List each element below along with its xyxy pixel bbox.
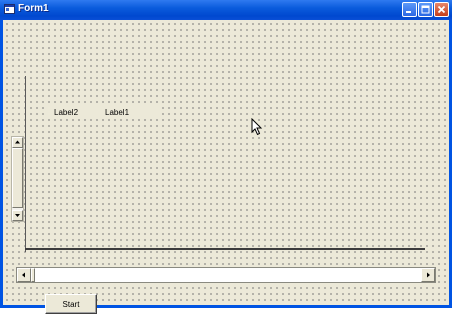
label2: Label2 bbox=[54, 108, 79, 117]
horizontal-scroll-thumb[interactable] bbox=[31, 268, 35, 282]
maximize-button[interactable] bbox=[418, 2, 433, 17]
app-icon[interactable] bbox=[4, 4, 15, 14]
vertical-scroll-thumb[interactable] bbox=[12, 148, 23, 208]
close-button[interactable] bbox=[434, 2, 449, 17]
vertical-scrollbar[interactable] bbox=[11, 136, 24, 222]
minimize-button[interactable] bbox=[402, 2, 417, 17]
scroll-down-button[interactable] bbox=[12, 210, 23, 221]
start-button[interactable]: Start bbox=[45, 294, 97, 314]
maximize-icon bbox=[421, 5, 430, 14]
mouse-cursor-icon bbox=[251, 118, 263, 136]
arrow-right-icon bbox=[427, 272, 430, 278]
window-title: Form1 bbox=[18, 3, 49, 14]
title-bar[interactable]: Form1 bbox=[0, 0, 452, 20]
frame-left-line bbox=[25, 76, 26, 252]
form-window: Form1 Label2 Label1 Start bbox=[0, 0, 452, 314]
scroll-up-button[interactable] bbox=[12, 137, 23, 148]
label1: Label1 bbox=[105, 108, 130, 117]
arrow-up-icon bbox=[15, 140, 20, 144]
close-icon bbox=[437, 5, 446, 14]
frame-bottom-line bbox=[25, 248, 425, 250]
minimize-icon bbox=[406, 11, 411, 13]
horizontal-scrollbar[interactable] bbox=[16, 267, 436, 283]
arrow-left-icon bbox=[22, 272, 25, 278]
form-client-area: Label2 Label1 Start bbox=[3, 20, 449, 314]
arrow-down-icon bbox=[15, 214, 20, 217]
scroll-left-button[interactable] bbox=[17, 268, 31, 282]
scroll-right-button[interactable] bbox=[421, 268, 435, 282]
